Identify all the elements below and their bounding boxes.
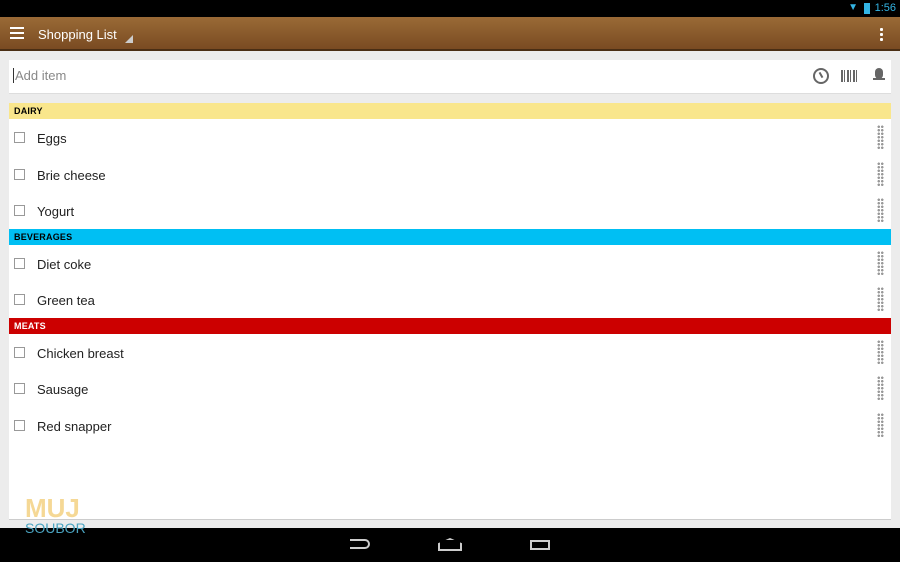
category-header-dairy[interactable]: DAIRY xyxy=(9,103,891,119)
add-item-input[interactable] xyxy=(13,68,793,83)
item-label: Eggs xyxy=(37,131,67,146)
watermark-logo: MUJ SOUBOR xyxy=(25,495,86,535)
item-checkbox[interactable] xyxy=(14,419,25,431)
item-label: Green tea xyxy=(37,293,95,308)
list-title-dropdown[interactable]: Shopping List xyxy=(38,27,117,42)
item-label: Diet coke xyxy=(37,256,92,272)
clock-time: 1:56 xyxy=(874,2,896,14)
microphone-icon[interactable] xyxy=(873,68,885,80)
drag-handle-icon[interactable] xyxy=(877,250,884,275)
item-checkbox[interactable] xyxy=(14,383,25,394)
hamburger-menu-icon[interactable] xyxy=(10,27,24,39)
add-item-bar xyxy=(9,60,891,94)
wifi-icon: ▼ xyxy=(848,2,858,13)
battery-icon xyxy=(864,3,870,14)
drag-handle-icon[interactable] xyxy=(877,376,884,400)
item-checkbox[interactable] xyxy=(14,205,25,216)
action-bar: Shopping List xyxy=(0,17,900,51)
item-checkbox[interactable] xyxy=(14,294,25,305)
list-item[interactable]: Yogurt xyxy=(9,192,891,229)
drag-handle-icon[interactable] xyxy=(877,161,884,186)
list-item[interactable]: Green tea xyxy=(9,281,891,318)
status-bar: ▼ 1:56 xyxy=(0,0,900,17)
drag-handle-icon[interactable] xyxy=(877,412,884,437)
overflow-menu-icon[interactable] xyxy=(880,27,883,41)
item-label: Brie cheese xyxy=(37,167,106,183)
list-item[interactable]: Diet coke xyxy=(9,245,891,282)
drag-handle-icon[interactable] xyxy=(877,287,884,311)
watermark-line1: MUJ xyxy=(25,493,80,523)
list-item[interactable]: Red snapper xyxy=(9,407,891,444)
recent-apps-icon[interactable] xyxy=(530,540,550,550)
list-item[interactable]: Brie cheese xyxy=(9,156,891,193)
category-header-beverages[interactable]: BEVERAGES xyxy=(9,228,891,245)
drag-handle-icon[interactable] xyxy=(877,339,884,364)
item-checkbox[interactable] xyxy=(14,168,25,180)
shopping-list: DAIRY Eggs Brie cheese Yogurt BEVERAGES Diet … xyxy=(9,103,891,520)
dropdown-indicator-icon xyxy=(125,35,133,43)
list-item[interactable]: Sausage xyxy=(9,370,891,407)
item-label: Sausage xyxy=(37,382,89,397)
list-item[interactable]: Chicken breast xyxy=(9,334,891,371)
navigation-bar xyxy=(0,528,900,562)
home-icon[interactable] xyxy=(438,538,462,551)
back-icon[interactable] xyxy=(350,539,370,549)
drag-handle-icon[interactable] xyxy=(877,125,884,149)
barcode-scan-icon[interactable] xyxy=(841,70,858,82)
watermark-line2: SOUBOR xyxy=(25,520,86,536)
item-label: Yogurt xyxy=(37,204,75,219)
category-header-meats[interactable]: MEATS xyxy=(9,317,891,334)
item-label: Chicken breast xyxy=(37,345,124,361)
list-item[interactable]: Eggs xyxy=(9,119,891,156)
item-checkbox[interactable] xyxy=(14,132,25,143)
history-clock-icon[interactable] xyxy=(813,68,829,84)
item-checkbox[interactable] xyxy=(14,346,25,358)
item-checkbox[interactable] xyxy=(14,257,25,269)
drag-handle-icon[interactable] xyxy=(877,198,884,222)
item-label: Red snapper xyxy=(37,418,112,434)
